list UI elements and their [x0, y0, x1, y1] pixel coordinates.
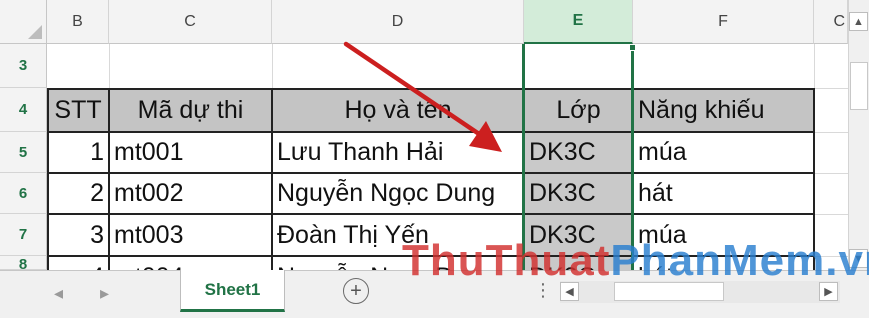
row-header-5[interactable]: 5	[0, 132, 47, 173]
table-cell-nang-khieu[interactable]: hát	[633, 173, 814, 214]
table-border	[108, 88, 110, 270]
table-cell-lop[interactable]: DK3C	[524, 214, 633, 256]
table-border	[813, 88, 815, 270]
tab-next-icon[interactable]: ▸	[100, 283, 109, 304]
table-cell-ma[interactable]: mt002	[109, 173, 272, 214]
column-header-c[interactable]: C	[109, 0, 272, 44]
table-cell-ma[interactable]: mt001	[109, 132, 272, 173]
table-header-ma-du-thi[interactable]: Mã dự thi	[109, 88, 272, 132]
fill-handle[interactable]	[629, 44, 636, 51]
table-cell-stt[interactable]: 3	[47, 214, 109, 256]
scroll-down-icon[interactable]: ▼	[849, 249, 868, 268]
column-header-g-partial[interactable]: C	[814, 0, 848, 44]
row-header-8[interactable]: 8	[0, 256, 47, 273]
row-header-6[interactable]: 6	[0, 173, 47, 214]
table-cell-nang-khieu[interactable]: múa	[633, 214, 814, 256]
column-header-b[interactable]: B	[47, 0, 109, 44]
gridline	[814, 132, 848, 133]
vertical-scrollbar[interactable]: ▲ ▼	[848, 0, 869, 270]
gridline	[109, 44, 110, 88]
gridline	[272, 44, 273, 88]
select-all-triangle-icon	[28, 25, 42, 39]
row-header-3[interactable]: 3	[0, 44, 47, 88]
sheet-tab-label: Sheet1	[204, 279, 261, 299]
tab-prev-icon[interactable]: ◂	[54, 283, 63, 304]
table-cell-ten[interactable]: Nguyễn Ngọc Dung	[272, 173, 524, 214]
scroll-up-icon[interactable]: ▲	[849, 12, 868, 31]
row-header-4[interactable]: 4	[0, 88, 47, 132]
sheet-tab-bar: ◂ ▸ Sheet1 + ⋮ ◀ ▶	[0, 270, 869, 318]
table-border	[47, 213, 814, 215]
table-cell-ma[interactable]: mt003	[109, 214, 272, 256]
scroll-left-icon[interactable]: ◀	[560, 282, 579, 301]
table-border	[47, 255, 814, 257]
add-sheet-button[interactable]: +	[343, 278, 369, 304]
row-header-7[interactable]: 7	[0, 214, 47, 256]
vertical-scroll-thumb[interactable]	[850, 62, 868, 110]
horizontal-scroll-thumb[interactable]	[614, 282, 724, 301]
column-header-f[interactable]: F	[633, 0, 814, 44]
horizontal-scrollbar[interactable]: ◀ ▶	[560, 281, 840, 303]
table-cell-lop[interactable]: DK3C	[524, 173, 633, 214]
table-border	[47, 172, 814, 174]
table-cell-stt[interactable]: 1	[47, 132, 109, 173]
table-header-nang-khieu[interactable]: Năng khiếu	[633, 88, 814, 132]
gridline	[814, 214, 848, 215]
sheet-tab-sheet1[interactable]: Sheet1	[180, 270, 285, 312]
gridline	[814, 173, 848, 174]
table-cell-stt[interactable]: 2	[47, 173, 109, 214]
table-header-lop[interactable]: Lớp	[524, 88, 633, 132]
select-all-corner[interactable]	[0, 0, 47, 44]
table-border	[271, 88, 273, 270]
scroll-right-icon[interactable]: ▶	[819, 282, 838, 301]
gridline	[814, 256, 848, 257]
selection-border-right	[631, 44, 634, 270]
table-border	[47, 88, 49, 270]
plus-icon: +	[350, 280, 362, 302]
table-cell-lop[interactable]: DK3C	[524, 132, 633, 173]
table-header-stt[interactable]: STT	[47, 88, 109, 132]
table-cell-ten[interactable]: Đoàn Thị Yến	[272, 214, 524, 256]
table-cell-nang-khieu[interactable]: múa	[633, 132, 814, 173]
column-header-e[interactable]: E	[524, 0, 633, 44]
split-handle-icon[interactable]: ⋮	[534, 280, 552, 301]
red-arrow-icon	[343, 41, 502, 152]
